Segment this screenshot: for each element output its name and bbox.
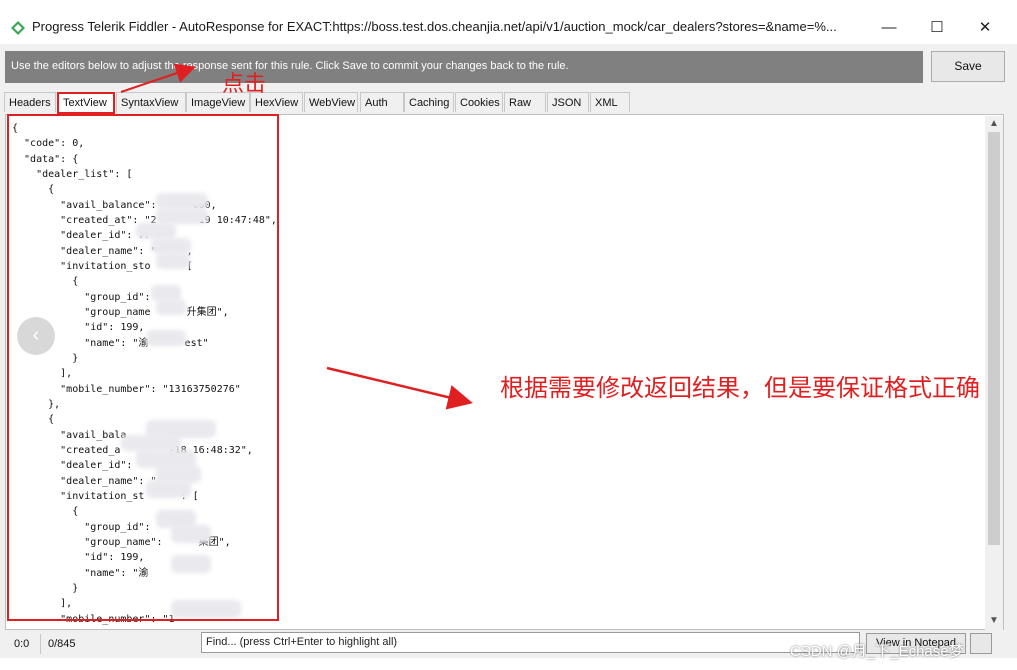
arrow-to-instruction — [326, 366, 473, 410]
arrow-to-textview — [120, 63, 196, 93]
cursor-position: 0:0 — [14, 638, 30, 650]
char-count: 0/845 — [48, 638, 76, 650]
options-button[interactable] — [970, 633, 992, 654]
find-input[interactable]: Find... (press Ctrl+Enter to highlight a… — [201, 632, 860, 653]
click-annotation: 点击 — [222, 71, 267, 96]
instruction-annotation: 根据需要修改返回结果，但是要保证格式正确 — [500, 375, 980, 402]
watermark: CSDN @月_下_Echase梦 — [790, 643, 964, 660]
annotation-arrows — [120, 63, 473, 410]
divider — [40, 634, 41, 654]
